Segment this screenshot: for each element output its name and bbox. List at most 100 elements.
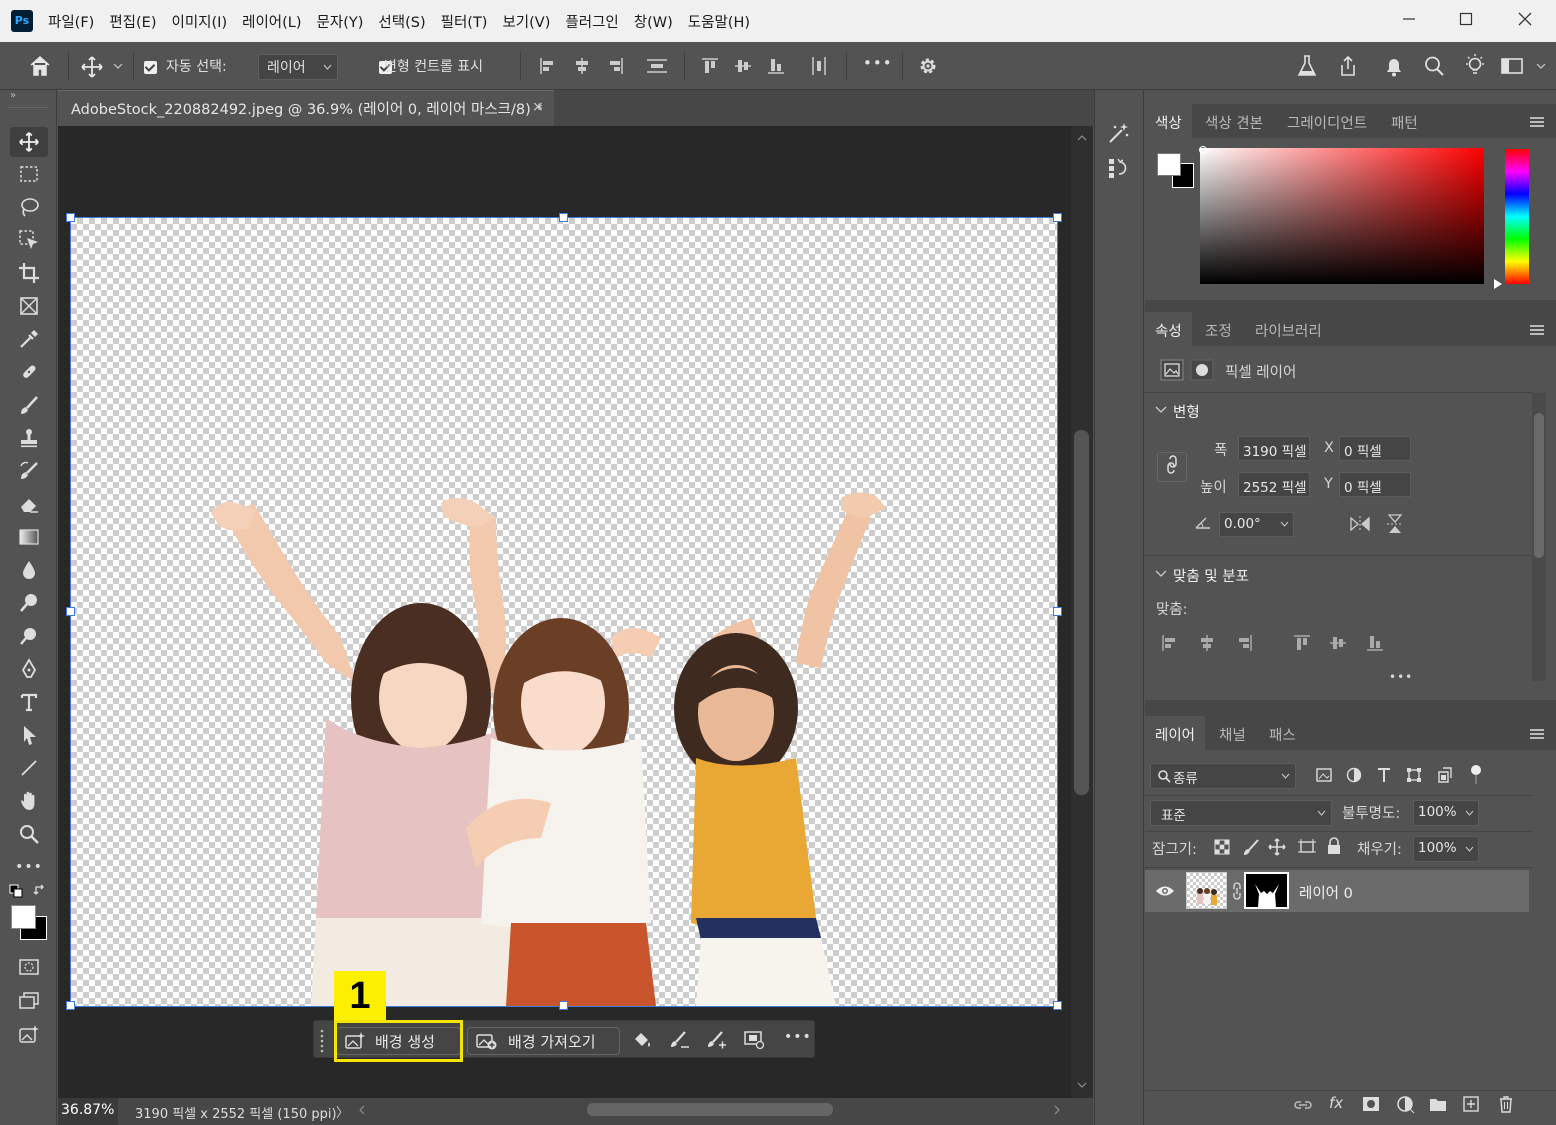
- screen-mode-icon[interactable]: [10, 985, 48, 1015]
- transform-bounding-box[interactable]: [70, 217, 1058, 1007]
- menu-select[interactable]: 선택(S): [378, 11, 425, 32]
- mask-settings-icon[interactable]: [744, 1030, 766, 1050]
- lock-position-icon[interactable]: [1268, 838, 1286, 856]
- filter-pixel-icon[interactable]: [1315, 766, 1333, 784]
- menu-image[interactable]: 이미지(I): [172, 11, 228, 32]
- search-icon[interactable]: [1423, 54, 1445, 78]
- tab-patterns[interactable]: 패턴: [1381, 104, 1428, 138]
- layer-name[interactable]: 레이어 0: [1299, 882, 1353, 903]
- link-layers-icon[interactable]: [1293, 1097, 1313, 1113]
- object-selection-tool-icon[interactable]: [10, 225, 48, 255]
- marquee-tool-icon[interactable]: [10, 159, 48, 189]
- document-tab[interactable]: AdobeStock_220882492.jpeg @ 36.9% (레이어 0…: [58, 90, 554, 126]
- menu-edit[interactable]: 편집(E): [109, 11, 156, 32]
- add-mask-icon[interactable]: [1362, 1096, 1380, 1112]
- menu-help[interactable]: 도움말(H): [688, 11, 750, 32]
- layer-mask-icon[interactable]: [1190, 359, 1214, 381]
- transform-handle[interactable]: [66, 607, 75, 616]
- tab-color[interactable]: 색상: [1145, 104, 1192, 138]
- transform-handle[interactable]: [1053, 213, 1062, 222]
- dodge-tool-icon[interactable]: [10, 588, 48, 618]
- workspace-icon[interactable]: [1500, 56, 1524, 76]
- align-bottom-icon[interactable]: [1365, 633, 1385, 653]
- more-options-icon[interactable]: •••: [784, 1029, 812, 1045]
- transform-handle[interactable]: [559, 1001, 568, 1010]
- layer-filter-dropdown[interactable]: 종류: [1150, 763, 1296, 789]
- lasso-tool-icon[interactable]: [10, 192, 48, 222]
- menu-view[interactable]: 보기(V): [502, 11, 550, 32]
- filter-shape-icon[interactable]: [1405, 766, 1423, 784]
- lightbulb-icon[interactable]: [1463, 53, 1487, 79]
- align-top-icon[interactable]: [1292, 633, 1312, 653]
- blend-mode-dropdown[interactable]: 표준: [1150, 800, 1332, 826]
- transform-handle[interactable]: [66, 213, 75, 222]
- eyedropper-tool-icon[interactable]: [10, 324, 48, 354]
- fill-field[interactable]: 100%: [1413, 836, 1479, 862]
- link-dimensions-button[interactable]: [1157, 452, 1187, 482]
- transform-handle[interactable]: [66, 1001, 75, 1010]
- brush-tool-icon[interactable]: [10, 390, 48, 420]
- color-picker-cursor[interactable]: [1199, 146, 1207, 154]
- vertical-scroll-thumb[interactable]: [1074, 430, 1089, 795]
- menu-layer[interactable]: 레이어(L): [242, 11, 301, 32]
- properties-scrollbar[interactable]: [1532, 393, 1546, 681]
- link-icon[interactable]: [1232, 882, 1242, 900]
- healing-brush-tool-icon[interactable]: [10, 357, 48, 387]
- maximize-icon[interactable]: [1437, 0, 1495, 38]
- chevron-left-icon[interactable]: [358, 1104, 366, 1116]
- filter-adjustment-icon[interactable]: [1345, 766, 1363, 784]
- filter-toggle-icon[interactable]: [1469, 764, 1483, 786]
- new-layer-icon[interactable]: [1463, 1096, 1479, 1112]
- align-left-icon[interactable]: [1160, 633, 1180, 653]
- align-horizontal-center-icon[interactable]: [1197, 633, 1217, 653]
- layer-row[interactable]: 레이어 0: [1145, 870, 1529, 912]
- move-tool-icon[interactable]: [10, 127, 48, 157]
- move-tool-icon[interactable]: [80, 55, 104, 79]
- menu-window[interactable]: 창(W): [634, 11, 673, 32]
- foreground-color-swatch[interactable]: [11, 905, 36, 929]
- brush-minus-icon[interactable]: [669, 1031, 691, 1049]
- crop-tool-icon[interactable]: [10, 258, 48, 288]
- y-field[interactable]: 0 픽셀: [1339, 472, 1411, 497]
- brush-plus-icon[interactable]: [706, 1031, 728, 1049]
- tab-layers[interactable]: 레이어: [1145, 716, 1206, 750]
- tab-paths[interactable]: 패스: [1259, 716, 1306, 750]
- zoom-level[interactable]: 36.87%: [61, 1102, 114, 1118]
- horizontal-scroll-thumb[interactable]: [587, 1103, 833, 1116]
- filter-type-icon[interactable]: [1375, 766, 1393, 784]
- panel-menu-icon[interactable]: [1530, 729, 1544, 739]
- zoom-like-search-icon[interactable]: [10, 621, 48, 651]
- frame-tool-icon[interactable]: [10, 291, 48, 321]
- transform-section-title[interactable]: 변형: [1173, 401, 1200, 422]
- more-options-icon[interactable]: •••: [1389, 670, 1413, 684]
- menu-plugins[interactable]: 플러그인: [565, 11, 618, 32]
- more-tools-icon[interactable]: •••: [10, 852, 48, 882]
- color-field[interactable]: [1200, 148, 1484, 284]
- flip-vertical-icon[interactable]: [1386, 513, 1404, 535]
- zoom-tool-icon[interactable]: [10, 819, 48, 849]
- pen-tool-icon[interactable]: [10, 654, 48, 684]
- align-vertical-center-icon[interactable]: [1328, 633, 1348, 653]
- tab-libraries[interactable]: 라이브러리: [1245, 312, 1332, 346]
- transform-handle[interactable]: [1053, 607, 1062, 616]
- lock-artboard-icon[interactable]: [1297, 838, 1317, 856]
- distribute-horizontal-icon[interactable]: [809, 56, 829, 76]
- fx-button[interactable]: fx: [1329, 1094, 1343, 1112]
- angle-field[interactable]: 0.00°: [1219, 512, 1294, 537]
- status-menu-arrow[interactable]: 〉: [336, 1102, 349, 1121]
- default-colors-icon[interactable]: [9, 884, 23, 898]
- align-distribute-section-title[interactable]: 맞춤 및 분포: [1173, 565, 1249, 586]
- minimize-icon[interactable]: [1380, 0, 1438, 38]
- chevron-down-icon[interactable]: [1155, 569, 1167, 579]
- tab-swatches[interactable]: 색상 견본: [1195, 104, 1273, 138]
- menu-type[interactable]: 문자(Y): [317, 11, 364, 32]
- align-bottom-icon[interactable]: [766, 56, 786, 76]
- foreground-color-swatch[interactable]: [1157, 153, 1181, 176]
- history-brush-tool-icon[interactable]: [10, 456, 48, 486]
- auto-select-checkbox[interactable]: [144, 61, 157, 74]
- image-generate-icon[interactable]: [10, 1020, 48, 1050]
- width-field[interactable]: 3190 픽셀: [1238, 436, 1310, 461]
- bell-icon[interactable]: [1383, 54, 1405, 78]
- transform-handle[interactable]: [559, 213, 568, 222]
- filter-smart-object-icon[interactable]: [1436, 766, 1454, 784]
